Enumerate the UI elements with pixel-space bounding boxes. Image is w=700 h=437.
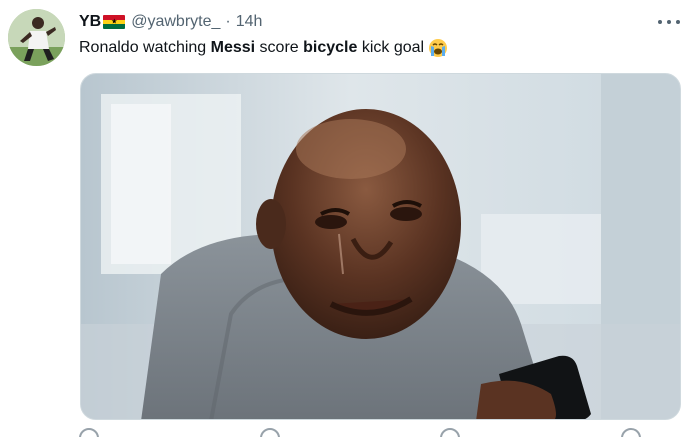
ghana-flag-icon: ★ (103, 15, 126, 29)
tweet-header: YB ★ @yawbryte_ · 14h (79, 12, 262, 32)
tweet-text-part: Ronaldo watching (79, 39, 211, 56)
loudly-crying-face-icon (428, 38, 448, 58)
tweet-text-part: kick goal (357, 39, 425, 56)
reply-icon[interactable] (79, 428, 97, 437)
tweet-media-image[interactable] (80, 73, 681, 420)
tweet-card[interactable]: YB ★ @yawbryte_ · 14h Ronaldo watching M… (0, 0, 700, 437)
like-icon[interactable] (440, 428, 458, 437)
retweet-icon[interactable] (260, 428, 278, 437)
tweet-text-bold: Messi (210, 39, 256, 56)
more-options-icon[interactable] (658, 12, 680, 32)
tweet-text-part: score (255, 39, 304, 56)
timestamp[interactable]: 14h (236, 13, 263, 31)
share-icon[interactable] (621, 428, 639, 437)
author-handle[interactable]: @yawbryte_ (131, 13, 220, 31)
tweet-text-bold: bicycle (303, 39, 358, 56)
avatar[interactable] (8, 9, 65, 66)
tweet-text: Ronaldo watching Messi score bicycle kic… (79, 38, 448, 58)
tweet-actions (79, 428, 639, 437)
separator-dot: · (225, 13, 231, 30)
author-name[interactable]: YB (79, 13, 101, 31)
